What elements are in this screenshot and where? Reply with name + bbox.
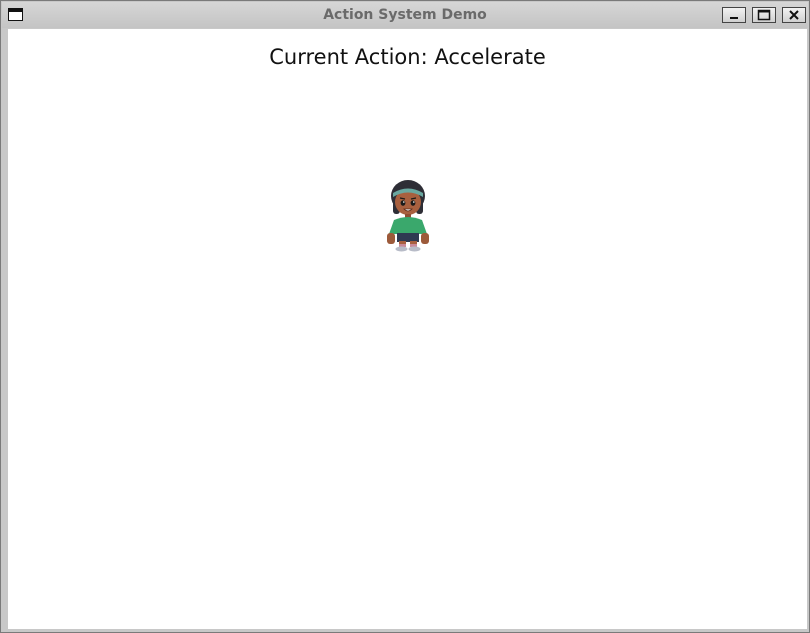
game-canvas[interactable]: Current Action: Accelerate — [8, 29, 807, 629]
girl-character-sprite — [387, 180, 429, 252]
maximize-icon — [757, 9, 771, 21]
minimize-button[interactable] — [722, 7, 746, 23]
window-title: Action System Demo — [323, 7, 487, 23]
current-action-label: Current Action: Accelerate — [269, 45, 546, 69]
maximize-button[interactable] — [752, 7, 776, 23]
title-bar[interactable]: Action System Demo — [2, 2, 808, 28]
close-button[interactable] — [782, 7, 806, 23]
app-window: Action System Demo Current Action: Accel… — [0, 0, 810, 633]
close-icon — [789, 10, 799, 20]
minimize-icon — [730, 17, 738, 19]
